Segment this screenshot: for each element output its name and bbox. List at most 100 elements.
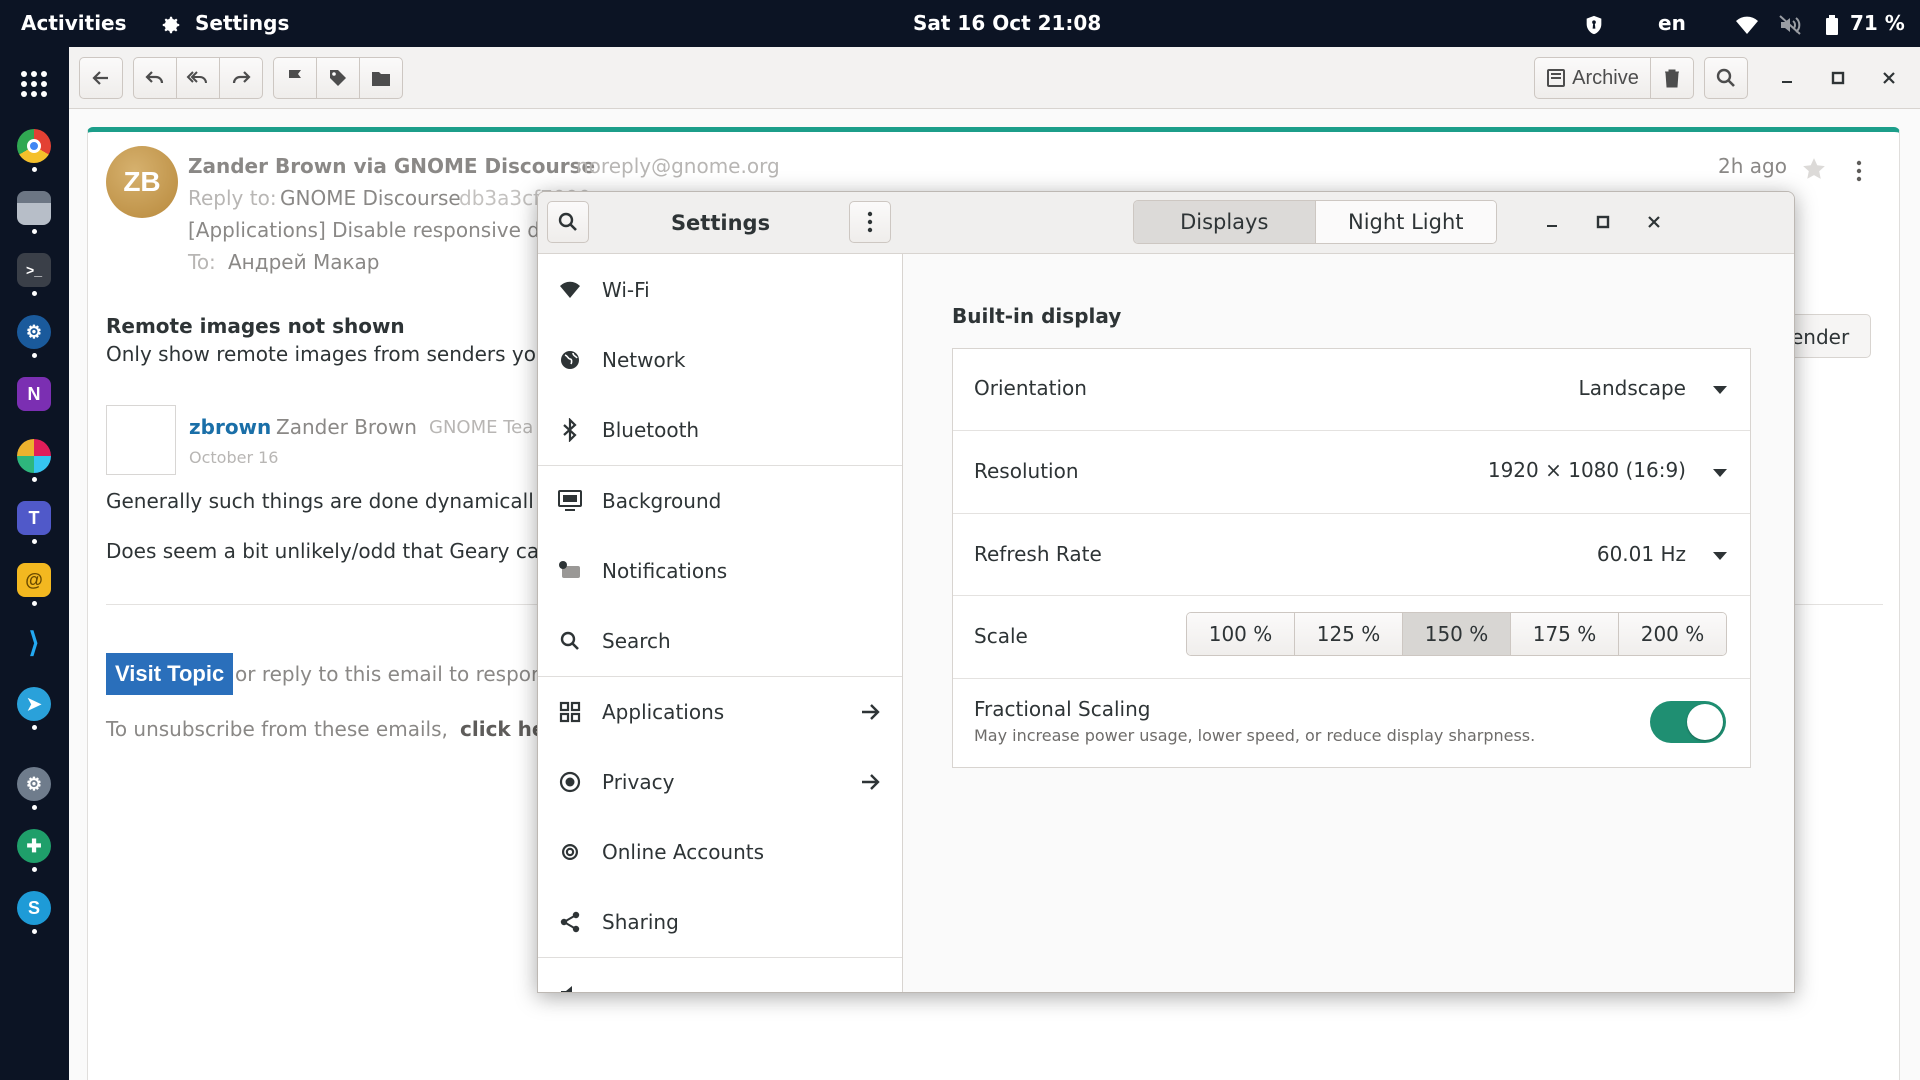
forward-icon [232, 71, 251, 84]
minimize-button[interactable] [1531, 201, 1573, 243]
sidebar-item-bluetooth[interactable]: Bluetooth [538, 395, 902, 465]
wifi-status-icon[interactable] [1735, 0, 1759, 47]
post-fullname: Zander Brown [276, 415, 417, 439]
star-icon[interactable] [1801, 156, 1827, 186]
settings-app-icon[interactable]: ⚙ [17, 767, 51, 801]
maximize-button[interactable] [1817, 57, 1859, 99]
sidebar-item-label: Privacy [602, 770, 675, 794]
slack-icon[interactable] [17, 439, 51, 473]
unsubscribe-link[interactable]: click he [460, 717, 546, 741]
close-button[interactable] [1868, 57, 1910, 99]
shield-icon[interactable] [1583, 0, 1605, 47]
resolution-row[interactable]: Resolution 1920 × 1080 (16:9) [953, 431, 1750, 514]
tab-night-light[interactable]: Night Light [1314, 201, 1496, 243]
resolution-value: 1920 × 1080 (16:9) [1487, 458, 1686, 482]
trash-button[interactable] [1650, 57, 1694, 99]
language-indicator[interactable]: en [1658, 0, 1686, 47]
wifi-icon [558, 278, 582, 302]
sidebar-item-label: Wi-Fi [602, 278, 650, 302]
settings-search-button[interactable] [547, 201, 589, 243]
sidebar-item-network[interactable]: Network [538, 325, 902, 395]
archive-label: Archive [1572, 66, 1639, 89]
sidebar-item-privacy[interactable]: Privacy [538, 747, 902, 817]
settings-menu-button[interactable] [849, 201, 891, 243]
scale-option-200[interactable]: 200 % [1619, 613, 1726, 655]
app-grid-icon[interactable] [17, 67, 51, 101]
scale-option-150[interactable]: 150 % [1403, 613, 1511, 655]
maximize-icon [1596, 215, 1610, 229]
reply-button[interactable] [133, 57, 177, 99]
flag-button[interactable] [273, 57, 317, 99]
battery-icon[interactable] [1825, 0, 1839, 47]
archive-button[interactable]: Archive [1534, 57, 1651, 99]
bluetooth-icon [558, 418, 582, 442]
settings-window: Settings Wi-Fi Network Bluetooth Backgro… [537, 191, 1795, 993]
sidebar-item-background[interactable]: Background [538, 466, 902, 536]
scale-option-125[interactable]: 125 % [1295, 613, 1403, 655]
tab-displays[interactable]: Displays [1134, 201, 1315, 243]
files-icon[interactable] [17, 191, 51, 225]
sidebar-item-notifications[interactable]: Notifications [538, 536, 902, 606]
sidebar-item-search[interactable]: Search [538, 606, 902, 676]
reply-all-button[interactable] [176, 57, 220, 99]
mail-icon[interactable]: @ [17, 563, 51, 597]
mail-header-bar: Archive [69, 47, 1920, 109]
back-button[interactable] [79, 57, 123, 99]
sidebar-item-label: Background [602, 489, 722, 513]
skype-icon[interactable]: S [17, 891, 51, 925]
steam-icon[interactable]: ⚙ [17, 315, 51, 349]
move-button[interactable] [359, 57, 403, 99]
minimize-button[interactable] [1766, 57, 1808, 99]
settings-sidebar: Settings Wi-Fi Network Bluetooth Backgro… [538, 192, 903, 992]
close-button[interactable] [1633, 201, 1675, 243]
teams-icon[interactable]: T [17, 501, 51, 535]
scale-selector: 100 % 125 % 150 % 175 % 200 % [1186, 612, 1727, 656]
scale-option-175[interactable]: 175 % [1511, 613, 1619, 655]
sidebar-item-applications[interactable]: Applications [538, 677, 902, 747]
running-indicator [32, 867, 37, 872]
running-indicator [32, 353, 37, 358]
sidebar-item-label: Sharing [602, 910, 679, 934]
visit-topic-button[interactable]: Visit Topic [106, 653, 234, 695]
archive-icon [1547, 69, 1566, 87]
close-icon [1648, 216, 1660, 228]
search-button[interactable] [1704, 57, 1748, 99]
fractional-scaling-description: May increase power usage, lower speed, o… [974, 726, 1536, 745]
forward-button[interactable] [219, 57, 263, 99]
battery-percent[interactable]: 71 % [1850, 0, 1905, 47]
reply-icon [145, 71, 164, 84]
running-indicator [32, 805, 37, 810]
tag-button[interactable] [316, 57, 360, 99]
sidebar-item-wifi[interactable]: Wi-Fi [538, 255, 902, 325]
onenote-icon[interactable]: N [17, 377, 51, 411]
vscode-icon[interactable]: ⟩ [17, 625, 51, 659]
sender-email[interactable]: noreply@gnome.org [576, 154, 780, 178]
fractional-scaling-switch[interactable] [1650, 701, 1726, 743]
orientation-row[interactable]: Orientation Landscape [953, 349, 1750, 431]
terminal-icon[interactable]: >_ [17, 253, 51, 287]
app-menu[interactable]: Settings [160, 0, 289, 47]
activities-button[interactable]: Activities [21, 0, 127, 47]
minimize-icon [1547, 225, 1557, 227]
scale-option-100[interactable]: 100 % [1187, 613, 1295, 655]
arrow-right-icon [862, 704, 880, 720]
message-menu-icon[interactable] [1855, 160, 1863, 186]
refresh-rate-row[interactable]: Refresh Rate 60.01 Hz [953, 514, 1750, 596]
remote-images-title: Remote images not shown [106, 314, 405, 338]
telegram-icon[interactable]: ➤ [17, 687, 51, 721]
privacy-icon [558, 770, 582, 794]
chrome-icon[interactable] [17, 129, 51, 163]
maximize-button[interactable] [1582, 201, 1624, 243]
running-indicator [32, 929, 37, 934]
trash-icon [1665, 69, 1679, 88]
volume-muted-icon[interactable] [1778, 0, 1802, 47]
sidebar-item-sharing[interactable]: Sharing [538, 887, 902, 957]
post-username[interactable]: zbrown [189, 415, 271, 439]
clock[interactable]: Sat 16 Oct 21:08 [913, 0, 1101, 47]
dropdown-arrow-icon [1713, 552, 1727, 560]
close-icon [1883, 72, 1895, 84]
sidebar-item-online-accounts[interactable]: Online Accounts [538, 817, 902, 887]
extensions-icon[interactable]: ✚ [17, 829, 51, 863]
top-bar: Activities Settings Sat 16 Oct 21:08 en … [0, 0, 1920, 47]
sidebar-item-label: Network [602, 348, 686, 372]
